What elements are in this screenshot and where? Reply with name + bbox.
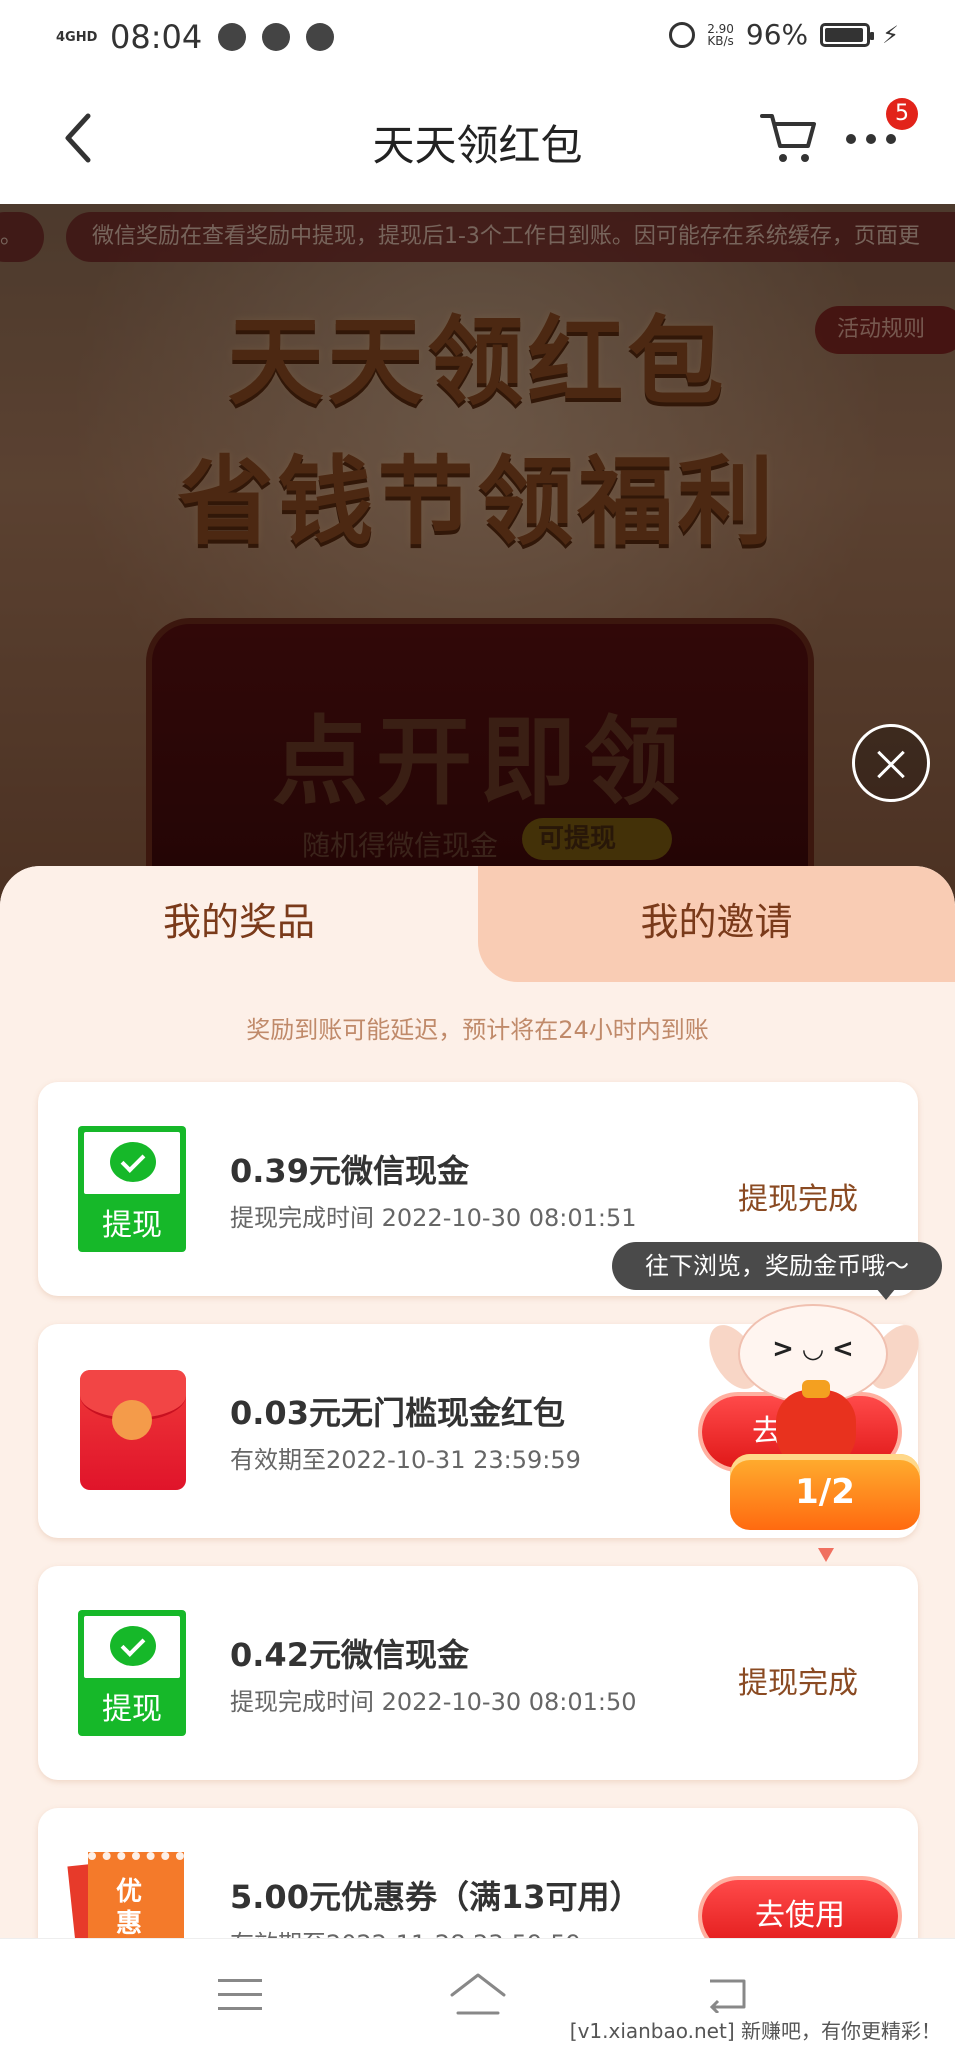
home-button[interactable]	[448, 1969, 508, 2019]
speed-unit: KB/s	[707, 33, 734, 48]
wechat-icon-label: 提现	[102, 1692, 162, 1727]
menu-button[interactable]	[218, 1979, 262, 2011]
prize-title: 0.42元微信现金	[230, 1636, 469, 1674]
network-indicator: 4GHD	[56, 29, 98, 45]
red-packet-icon	[80, 1370, 186, 1490]
delay-hint: 奖励到账可能延迟，预计将在24小时内到账	[246, 1016, 709, 1044]
system-nav-bar: [v1.xianbao.net] 新赚吧，有你更精彩！	[0, 1938, 955, 2048]
go-use-button[interactable]: 去使用	[702, 1880, 898, 1938]
promo-banner: 。 微信奖励在查看奖励中提现，提现后1-3个工作日到账。因可能存在系统缓存，页面…	[0, 204, 955, 904]
menu-line-icon	[218, 2007, 262, 2010]
charging-icon: ⚡	[882, 20, 899, 49]
clock: 08:04	[110, 18, 203, 56]
more-button[interactable]	[846, 124, 900, 154]
network-speed: 2.90 KB/s	[707, 23, 734, 47]
close-icon[interactable]	[852, 724, 930, 802]
app-header: 天天领红包 5	[0, 72, 955, 204]
coupon-icon-label: 优惠券	[116, 1877, 143, 1938]
wechat-bubble-icon	[110, 1626, 156, 1666]
alarm-icon	[669, 21, 696, 48]
return-icon	[709, 1979, 746, 2015]
tab-my-prizes[interactable]: 我的奖品	[0, 866, 478, 982]
prize-status: 提现完成	[738, 1182, 858, 1217]
dot-icon	[846, 134, 856, 144]
home-icon	[450, 1973, 506, 2015]
speed-value: 2.90	[707, 21, 734, 36]
battery-percent: 96%	[745, 18, 809, 51]
wechat-icon-label: 提现	[102, 1208, 162, 1243]
notification-badge: 5	[886, 98, 918, 130]
prize-card: 提现 0.42元微信现金 提现完成时间 2022-10-30 08:01:50 …	[38, 1566, 918, 1780]
cart-icon	[760, 114, 816, 162]
arrow-down-icon	[818, 1548, 834, 1562]
qq-notification-icon-2	[306, 23, 335, 51]
prize-title: 5.00元优惠券（满13可用）	[230, 1878, 642, 1916]
prize-title: 0.39元微信现金	[230, 1152, 469, 1190]
prize-status: 提现完成	[738, 1666, 858, 1701]
browse-progress: 1/2	[730, 1454, 920, 1530]
wechat-cash-icon: 提现	[78, 1610, 186, 1736]
prize-subtitle: 有效期至2022-10-31 23:59:59	[230, 1446, 581, 1474]
dot-icon	[886, 134, 896, 144]
qq-notification-icon	[262, 23, 291, 51]
prize-card: 优惠券 5.00元优惠券（满13可用） 有效期至2022-11-28 23:59…	[38, 1808, 918, 1938]
mascot-face-icon: > ◡ <	[772, 1334, 854, 1364]
tab-my-invites[interactable]: 我的邀请	[478, 866, 955, 982]
prize-subtitle: 提现完成时间 2022-10-30 08:01:51	[230, 1204, 637, 1232]
prize-subtitle: 提现完成时间 2022-10-30 08:01:50	[230, 1688, 637, 1716]
dim-overlay	[0, 204, 955, 904]
scroll-tooltip: 往下浏览，奖励金币哦～	[612, 1242, 942, 1300]
coupon-icon: 优惠券	[67, 1852, 184, 1938]
prize-subtitle: 有效期至2022-11-28 23:59:59	[230, 1924, 581, 1938]
watermark: [v1.xianbao.net] 新赚吧，有你更精彩！	[569, 2019, 941, 2043]
menu-line-icon	[218, 1979, 262, 1982]
cart-button[interactable]	[758, 106, 818, 166]
progress-text: 1/2	[795, 1472, 855, 1512]
prize-title: 0.03元无门槛现金红包	[230, 1394, 565, 1432]
menu-line-icon	[218, 1993, 262, 1996]
dot-icon	[866, 134, 876, 144]
mascot-widget[interactable]: > ◡ < 1/2	[699, 1304, 929, 1584]
status-bar: 4GHD 08:04 2.90 KB/s 96% ⚡	[0, 0, 955, 72]
wechat-bubble-icon	[110, 1142, 156, 1182]
battery-level	[825, 27, 864, 42]
wechat-cash-icon: 提现	[78, 1126, 186, 1252]
back-nav-button[interactable]	[704, 1975, 752, 2015]
app-notification-icon	[218, 23, 247, 51]
battery-icon	[820, 22, 875, 47]
